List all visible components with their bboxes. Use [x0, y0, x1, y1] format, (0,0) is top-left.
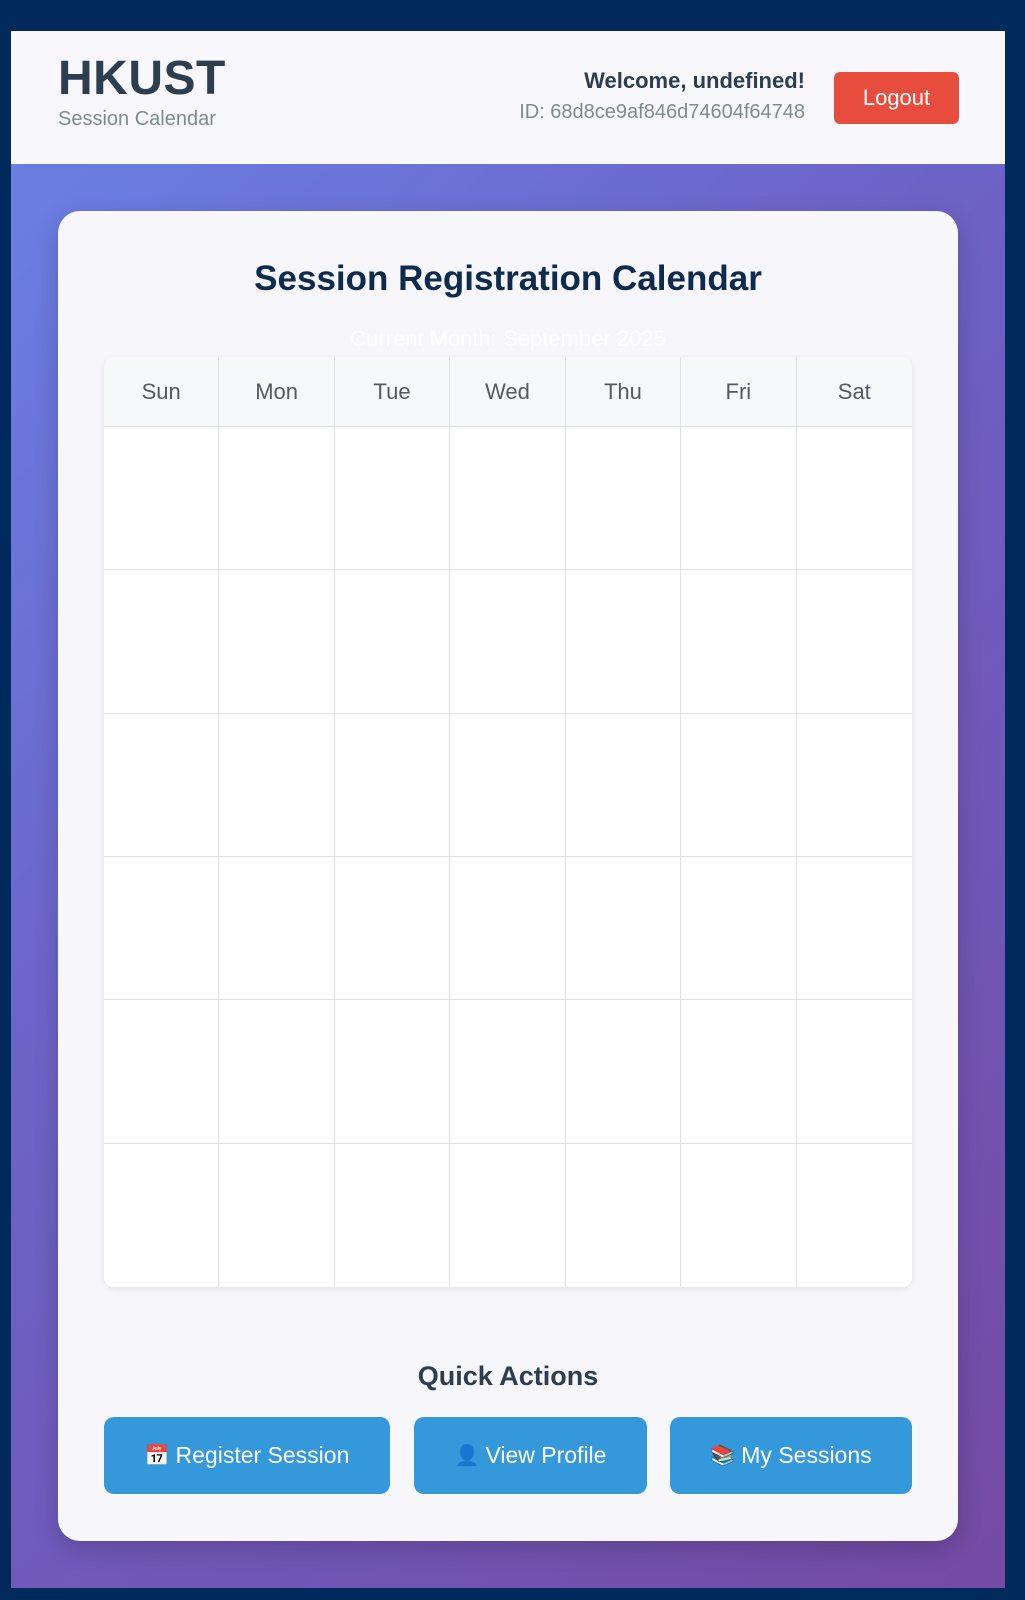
user-id: ID: 68d8ce9af846d74604f64748 [519, 101, 805, 123]
weekday-header-thu: Thu [565, 357, 682, 427]
calendar-day-cell[interactable] [565, 427, 682, 571]
calendar-day-cell[interactable] [565, 570, 682, 714]
my-sessions-label: My Sessions [741, 1442, 872, 1468]
calendar-day-cell[interactable] [450, 570, 566, 714]
weekday-header-fri: Fri [681, 357, 797, 427]
books-icon: 📚 [710, 1445, 736, 1467]
main-background: Session Registration Calendar Current Mo… [11, 164, 1005, 1588]
calendar-day-cell[interactable] [681, 570, 797, 714]
calendar-day-cell[interactable] [796, 1143, 912, 1287]
calendar-day-cell[interactable] [334, 713, 451, 857]
calendar-day-cell[interactable] [219, 713, 335, 857]
calendar-day-cell[interactable] [681, 1000, 797, 1144]
calendar-day-cell[interactable] [450, 713, 566, 857]
calendar-day-cell[interactable] [796, 570, 912, 714]
calendar-day-cell[interactable] [565, 1000, 682, 1144]
calendar-day-cell[interactable] [450, 1143, 566, 1287]
calendar-day-cell[interactable] [104, 1143, 220, 1287]
calendar-day-cell[interactable] [334, 856, 451, 1001]
quick-actions-title: Quick Actions [417, 1361, 599, 1391]
calendar-day-cell[interactable] [565, 1143, 682, 1287]
calendar-title: Session Registration Calendar [254, 259, 762, 298]
top-header: HKUST Session Calendar Welcome, undefine… [11, 31, 1005, 164]
brand: HKUST Session Calendar [58, 53, 226, 131]
calendar-day-cell[interactable] [104, 713, 220, 857]
welcome-text: Welcome, undefined! [584, 68, 805, 93]
calendar-day-cell[interactable] [796, 713, 912, 857]
calendar-day-cell[interactable] [681, 856, 797, 1001]
weekday-header-sun: Sun [104, 357, 220, 427]
calendar-day-cell[interactable] [796, 427, 912, 571]
weekday-header-mon: Mon [219, 357, 335, 427]
calendar-day-cell[interactable] [219, 1143, 335, 1287]
calendar-day-cell[interactable] [681, 1143, 797, 1287]
calendar-day-cell[interactable] [334, 570, 451, 714]
calendar-day-cell[interactable] [334, 1143, 451, 1287]
current-month-label: Current Month: September 2025 [350, 326, 666, 351]
calendar-day-cell[interactable] [796, 1000, 912, 1144]
user-info: Welcome, undefined! ID: 68d8ce9af846d746… [519, 68, 805, 124]
calendar-day-cell[interactable] [334, 427, 451, 571]
calendar-day-cell[interactable] [219, 570, 335, 714]
calendar-day-cell[interactable] [681, 427, 797, 571]
calendar-icon: 📅 [144, 1445, 170, 1467]
register-session-label: Register Session [175, 1442, 350, 1468]
brand-subtitle: Session Calendar [58, 108, 216, 130]
weekday-header-tue: Tue [334, 357, 451, 427]
calendar-day-cell[interactable] [104, 570, 220, 714]
calendar-card: Session Registration Calendar Current Mo… [58, 211, 958, 1541]
calendar-day-cell[interactable] [565, 713, 682, 857]
weekday-header-sat: Sat [796, 357, 912, 427]
calendar-day-cell[interactable] [450, 427, 566, 571]
calendar-day-cell[interactable] [450, 856, 566, 1001]
calendar-day-cell[interactable] [104, 427, 220, 571]
calendar-grid: Sun Mon Tue Wed Thu Fri Sat [104, 357, 912, 1287]
calendar-day-cell[interactable] [104, 856, 220, 1001]
my-sessions-button[interactable]: 📚 My Sessions [670, 1417, 912, 1494]
logout-button[interactable]: Logout [834, 72, 959, 124]
app-frame: HKUST Session Calendar Welcome, undefine… [11, 31, 1005, 1588]
brand-title: HKUST [58, 52, 226, 105]
calendar-day-cell[interactable] [450, 1000, 566, 1144]
user-icon: 👤 [454, 1445, 480, 1467]
view-profile-button[interactable]: 👤 View Profile [414, 1417, 647, 1494]
calendar-day-cell[interactable] [219, 1000, 335, 1144]
calendar-day-cell[interactable] [565, 856, 682, 1001]
register-session-button[interactable]: 📅 Register Session [104, 1417, 390, 1494]
calendar-day-cell[interactable] [219, 427, 335, 571]
calendar-day-cell[interactable] [219, 856, 335, 1001]
calendar-day-cell[interactable] [796, 856, 912, 1001]
weekday-header-wed: Wed [450, 357, 566, 427]
view-profile-label: View Profile [485, 1442, 607, 1468]
calendar-day-cell[interactable] [334, 1000, 451, 1144]
calendar-day-cell[interactable] [104, 1000, 220, 1144]
calendar-day-cell[interactable] [681, 713, 797, 857]
